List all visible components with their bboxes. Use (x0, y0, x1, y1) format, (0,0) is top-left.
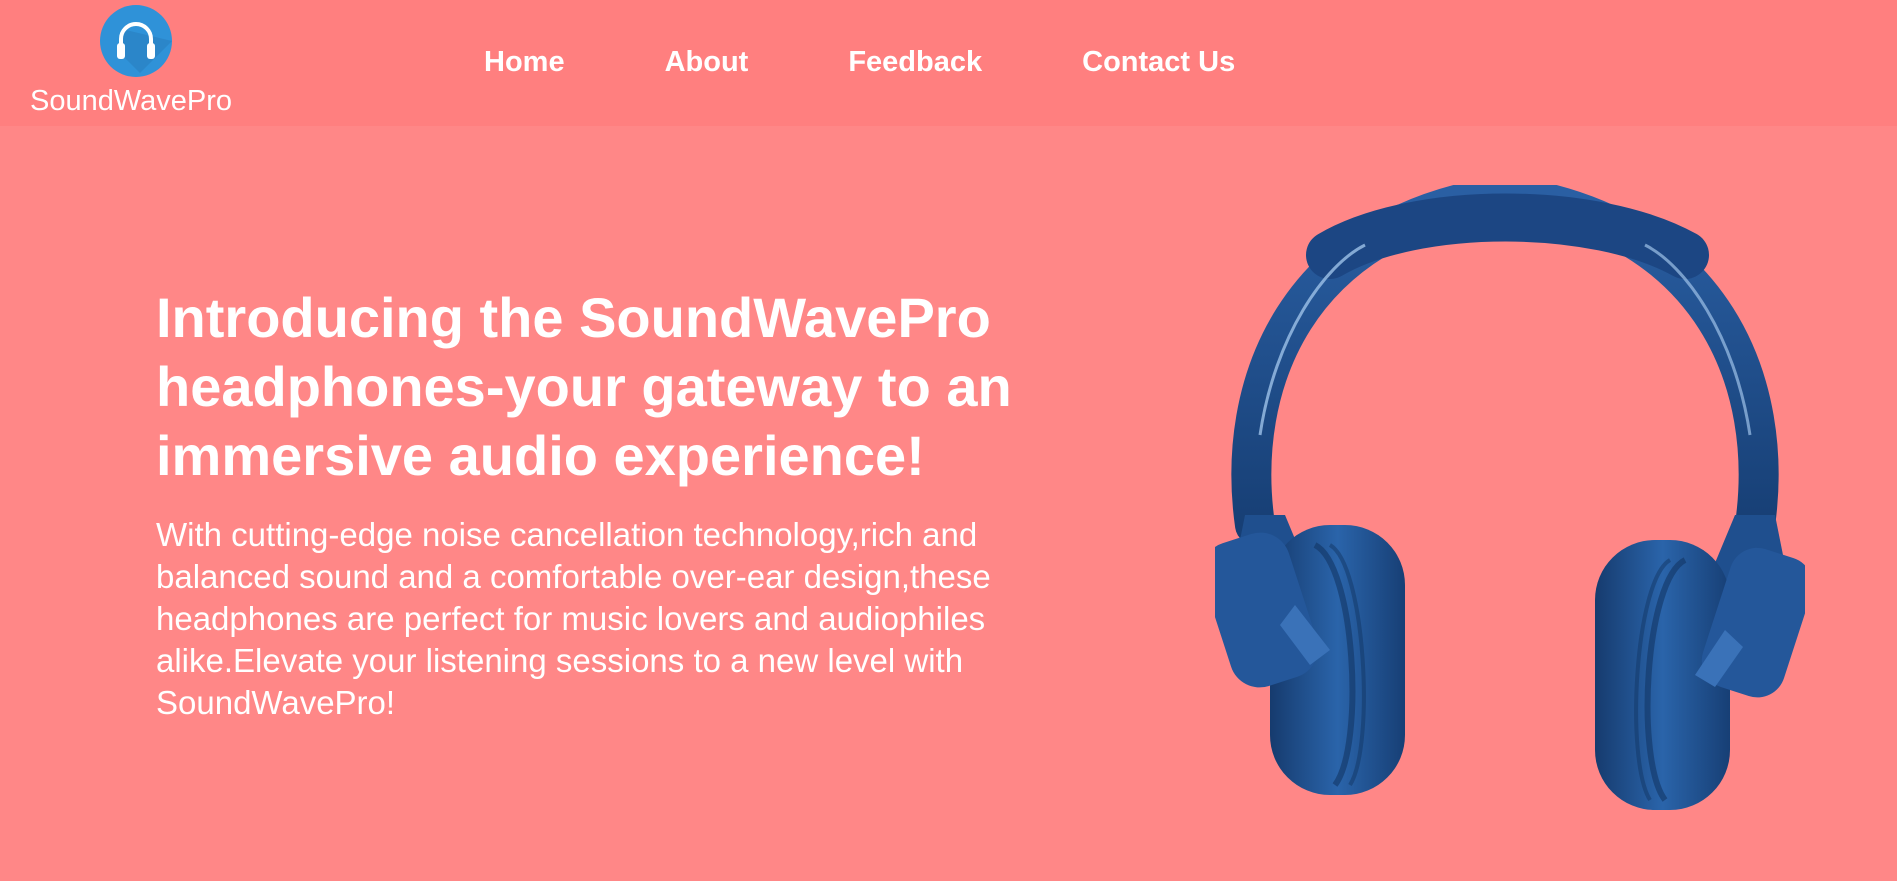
nav-contact-us[interactable]: Contact Us (1082, 46, 1235, 79)
hero-title: Introducing the SoundWavePro headphones-… (156, 286, 1012, 487)
headphones-icon (100, 5, 172, 77)
site-header: SoundWavePro Home About Feedback Contact… (0, 0, 1897, 126)
nav-about[interactable]: About (665, 46, 749, 79)
nav-home[interactable]: Home (484, 46, 565, 79)
brand-name: SoundWavePro (30, 85, 233, 117)
nav-feedback[interactable]: Feedback (848, 46, 982, 79)
main-nav: Home About Feedback Contact Us (484, 42, 1235, 82)
hero-description: With cutting-edge noise cancellation tec… (156, 516, 991, 721)
brand-logo[interactable]: SoundWavePro (30, 0, 245, 126)
headphones-image (1201, 174, 1813, 825)
